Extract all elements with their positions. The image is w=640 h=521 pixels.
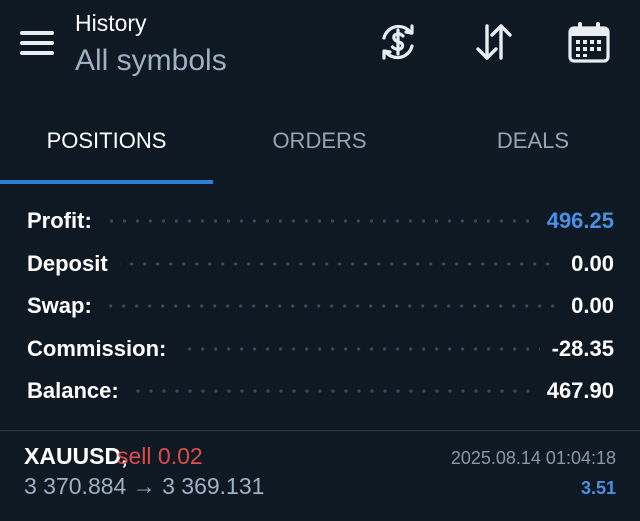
summary-row-deposit: Deposit 0.00 (27, 243, 614, 285)
calendar-icon[interactable] (567, 20, 611, 64)
page-title: History (75, 10, 147, 36)
summary-label: Commission: (27, 336, 167, 361)
tab-positions[interactable]: POSITIONS (0, 106, 213, 176)
summary-label: Balance: (27, 378, 119, 403)
tab-orders[interactable]: ORDERS (213, 106, 426, 176)
tab-deals[interactable]: DEALS (426, 106, 640, 176)
leader-dots (103, 219, 535, 223)
leader-dots (103, 304, 560, 308)
summary-label: Swap: (27, 293, 92, 318)
summary-label: Deposit (27, 251, 108, 276)
currency-exchange-icon[interactable] (376, 20, 420, 64)
app-header: History All symbols (0, 0, 640, 96)
summary-row-commission: Commission: -28.35 (27, 328, 614, 370)
position-profit: 3.51 (580, 478, 616, 498)
menu-icon[interactable] (20, 31, 54, 55)
leader-dots (178, 347, 540, 351)
position-time: 2025.08.14 01:04:18 (450, 448, 616, 468)
tab-bar: POSITIONS ORDERS DEALS (0, 106, 640, 184)
summary-row-profit: Profit: 496.25 (27, 200, 614, 242)
summary-row-balance: Balance: 467.90 (27, 370, 614, 412)
summary-value: 0.00 (571, 293, 614, 318)
summary-row-swap: Swap: 0.00 (27, 285, 614, 327)
position-prices: 3 370.884 → 3 369.131 (24, 473, 265, 499)
summary-value: -28.35 (551, 336, 614, 361)
summary-label: Profit: (27, 208, 92, 233)
position-side: sell 0.02 (117, 443, 203, 469)
position-row[interactable]: XAUUSD, sell 0.02 3 370.884 → 3 369.131 … (0, 431, 640, 521)
leader-dots (130, 389, 535, 393)
position-symbol: XAUUSD, (24, 443, 128, 469)
active-tab-indicator (0, 180, 213, 184)
leader-dots (119, 262, 560, 266)
symbol-filter[interactable]: All symbols (75, 44, 227, 78)
summary-value: 0.00 (571, 251, 614, 276)
sort-arrows-icon[interactable] (472, 20, 516, 64)
summary-value: 496.25 (546, 208, 614, 233)
summary-value: 467.90 (546, 378, 614, 403)
